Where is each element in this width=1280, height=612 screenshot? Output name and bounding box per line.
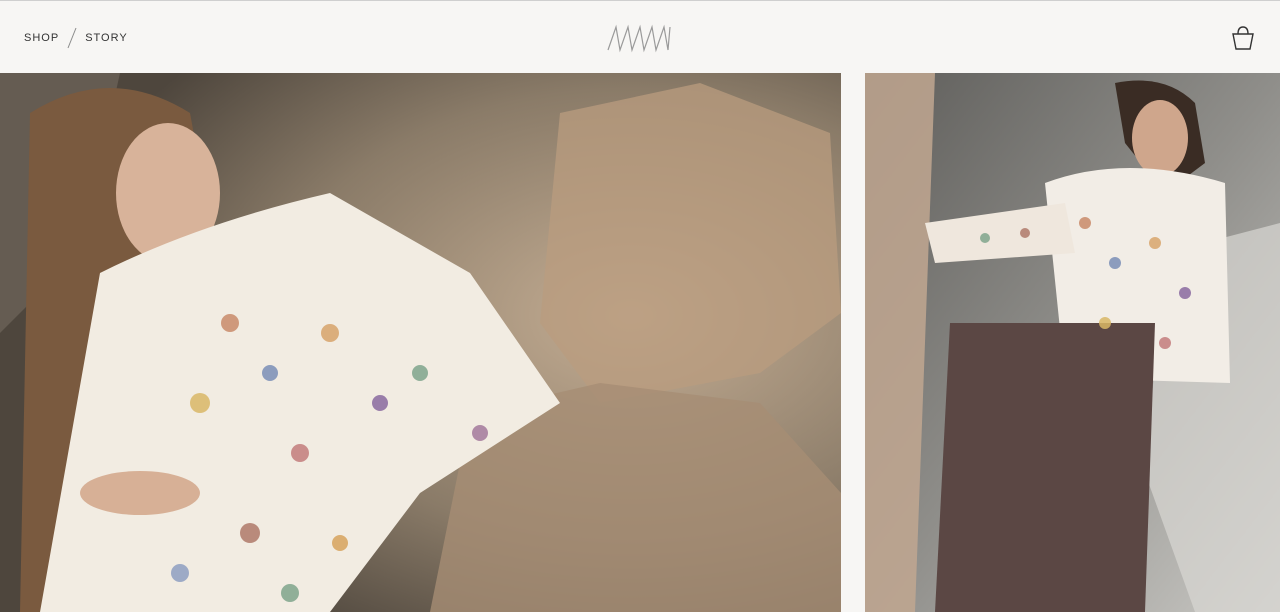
rocks-model-photo-left [0, 73, 841, 612]
hero-image-right[interactable] [865, 73, 1280, 612]
primary-nav: SHOP STORY [24, 27, 128, 49]
hero-image-left[interactable] [0, 73, 841, 612]
site-header: SHOP STORY [0, 1, 1280, 73]
nav-separator-slash [67, 27, 77, 49]
rocks-model-photo-right [865, 73, 1280, 612]
nav-story-link[interactable]: STORY [85, 32, 128, 44]
image-gutter [841, 73, 865, 612]
brand-logo-icon [607, 24, 671, 53]
nav-shop-link[interactable]: SHOP [24, 32, 59, 44]
basket-icon [1232, 26, 1254, 50]
